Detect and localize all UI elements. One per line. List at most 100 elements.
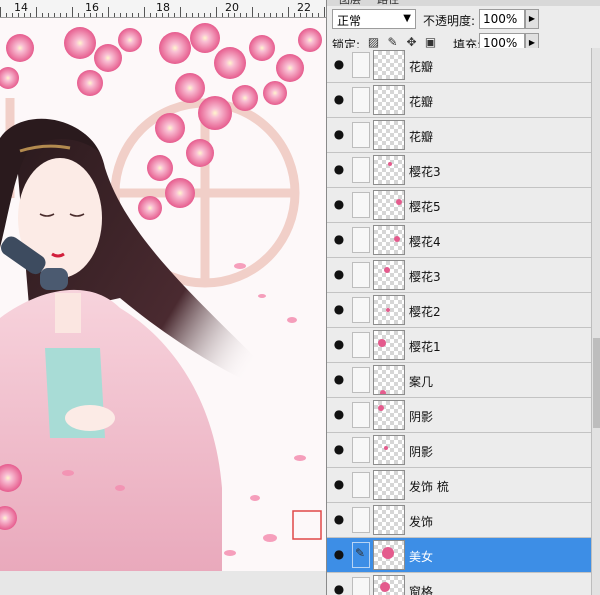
eye-visibility-icon[interactable]: ●	[332, 302, 346, 316]
layer-thumbnail	[373, 400, 405, 430]
ruler-tick	[294, 13, 295, 17]
eye-visibility-icon[interactable]: ●	[332, 197, 346, 211]
ruler-tick	[66, 13, 67, 17]
layer-link-box[interactable]	[352, 122, 370, 148]
ruler-tick	[312, 13, 313, 17]
ruler-tick	[12, 13, 13, 17]
blend-mode-select[interactable]: 正常 ▼	[332, 9, 416, 29]
layer-link-box[interactable]	[352, 402, 370, 428]
layer-thumbnail	[373, 505, 405, 535]
layer-row[interactable]: ● ✎ 美女	[327, 538, 591, 573]
eye-visibility-icon[interactable]: ●	[332, 337, 346, 351]
ruler-tick	[324, 7, 325, 17]
ruler-tick	[126, 13, 127, 17]
layer-row[interactable]: ● 阴影	[327, 433, 591, 468]
layer-name: 美女	[409, 550, 434, 564]
blend-mode-value: 正常	[337, 14, 362, 28]
layer-link-box[interactable]	[352, 472, 370, 498]
ruler-tick	[144, 7, 145, 17]
ruler-tick	[258, 13, 259, 17]
eye-visibility-icon[interactable]: ●	[332, 442, 346, 456]
layer-link-box[interactable]	[352, 297, 370, 323]
ruler-tick	[6, 13, 7, 17]
ruler-tick	[186, 13, 187, 17]
layer-row[interactable]: ● 阴影	[327, 398, 591, 433]
canvas-footer	[0, 571, 326, 595]
thumbnail-content	[380, 582, 390, 592]
layer-row[interactable]: ● 樱花5	[327, 188, 591, 223]
layer-link-box[interactable]	[352, 577, 370, 595]
ruler-number: 14	[14, 1, 28, 14]
layer-row[interactable]: ● 窗格	[327, 573, 591, 595]
eye-visibility-icon[interactable]: ●	[332, 512, 346, 526]
layer-link-box[interactable]	[352, 87, 370, 113]
eye-visibility-icon[interactable]: ●	[332, 267, 346, 281]
ruler-number: 16	[85, 1, 99, 14]
layer-row[interactable]: ● 樱花4	[327, 223, 591, 258]
layer-name: 樱花5	[409, 200, 441, 214]
eye-visibility-icon[interactable]: ●	[332, 582, 346, 595]
ruler-tick	[132, 13, 133, 17]
ruler-tick	[282, 13, 283, 17]
layer-row[interactable]: ● 发饰	[327, 503, 591, 538]
layer-link-box[interactable]	[352, 437, 370, 463]
thumbnail-content	[378, 339, 386, 347]
opacity-field[interactable]: 100%	[479, 9, 525, 29]
opacity-label: 不透明度:	[423, 14, 476, 28]
layer-list-scrollbar[interactable]	[591, 48, 600, 595]
layer-link-box[interactable]	[352, 367, 370, 393]
layer-row[interactable]: ● 樱花3	[327, 153, 591, 188]
layer-name: 樱花3	[409, 270, 441, 284]
ruler-number: 22	[297, 1, 311, 14]
layer-link-box[interactable]	[352, 52, 370, 78]
layer-thumbnail	[373, 470, 405, 500]
layer-link-box[interactable]	[352, 227, 370, 253]
eye-visibility-icon[interactable]: ●	[332, 127, 346, 141]
layer-row[interactable]: ● 花瓣	[327, 118, 591, 153]
ruler-tick	[246, 13, 247, 17]
ruler-tick	[240, 13, 241, 17]
thumbnail-content	[378, 405, 384, 411]
layer-thumbnail	[373, 85, 405, 115]
layer-row[interactable]: ● 案几	[327, 363, 591, 398]
ruler-tick	[108, 7, 109, 17]
eye-visibility-icon[interactable]: ●	[332, 372, 346, 386]
layer-thumbnail	[373, 330, 405, 360]
layer-row[interactable]: ● 樱花2	[327, 293, 591, 328]
ruler-tick	[36, 7, 37, 17]
eye-visibility-icon[interactable]: ●	[332, 57, 346, 71]
eye-visibility-icon[interactable]: ●	[332, 162, 346, 176]
layer-row[interactable]: ● 樱花3	[327, 258, 591, 293]
layer-link-box[interactable]	[352, 192, 370, 218]
layer-name: 樱花1	[409, 340, 441, 354]
ruler-tick	[48, 13, 49, 17]
ruler-tick	[72, 7, 73, 17]
layer-thumbnail	[373, 435, 405, 465]
eye-visibility-icon[interactable]: ●	[332, 477, 346, 491]
scrollbar-thumb[interactable]	[593, 338, 600, 428]
eye-visibility-icon[interactable]: ●	[332, 92, 346, 106]
layer-link-box[interactable]	[352, 262, 370, 288]
layer-link-box[interactable]	[352, 157, 370, 183]
ruler-tick	[264, 13, 265, 17]
layer-link-box[interactable]	[352, 507, 370, 533]
ruler-tick	[42, 13, 43, 17]
eye-visibility-icon[interactable]: ●	[332, 232, 346, 246]
ruler-tick	[174, 13, 175, 17]
layer-row[interactable]: ● 樱花1	[327, 328, 591, 363]
layer-row[interactable]: ● 花瓣	[327, 48, 591, 83]
ruler-tick	[210, 13, 211, 17]
layer-thumbnail	[373, 190, 405, 220]
document-canvas[interactable]	[0, 18, 326, 571]
opacity-arrow-icon[interactable]: ▶	[525, 9, 539, 29]
layer-name: 发饰	[409, 515, 434, 529]
layer-link-box[interactable]	[352, 332, 370, 358]
ruler-tick	[204, 13, 205, 17]
layer-row[interactable]: ● 发饰 梳	[327, 468, 591, 503]
layer-thumbnail	[373, 155, 405, 185]
eye-visibility-icon[interactable]: ●	[332, 547, 346, 561]
eye-visibility-icon[interactable]: ●	[332, 407, 346, 421]
layer-row[interactable]: ● 花瓣	[327, 83, 591, 118]
layer-thumbnail	[373, 540, 405, 570]
ruler-tick	[180, 7, 181, 17]
